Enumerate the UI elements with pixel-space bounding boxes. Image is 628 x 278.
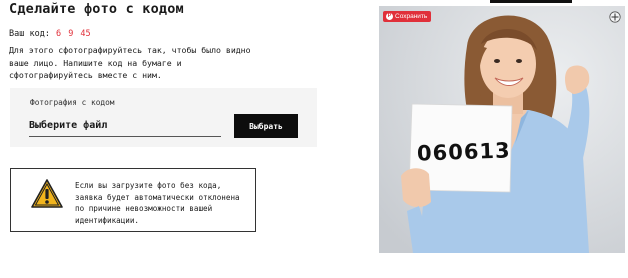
file-input[interactable]: Выберите файл — [29, 117, 221, 137]
code-row: Ваш код: 6 9 45 — [9, 29, 91, 39]
instructions-text: Для этого сфотографируйтесь так, чтобы б… — [9, 45, 251, 80]
top-accent-bar — [490, 0, 572, 3]
file-input-placeholder: Выберите файл — [29, 120, 108, 131]
upload-label: Фотография с кодом — [30, 98, 115, 107]
choose-file-button[interactable]: Выбрать — [234, 114, 298, 138]
warning-triangle-icon — [31, 179, 63, 208]
woman-holding-sign-illustration — [379, 6, 625, 253]
pinterest-icon: P — [386, 13, 393, 20]
warning-box: Если вы загрузите фото без кода, заявка … — [10, 168, 256, 232]
example-photo: 060613 P Сохранить — [379, 6, 625, 253]
code-label: Ваш код: — [9, 29, 50, 39]
save-button[interactable]: P Сохранить — [383, 11, 432, 22]
expand-icon[interactable] — [609, 11, 621, 23]
code-value: 6 9 45 — [55, 29, 91, 39]
warning-text: Если вы загрузите фото без кода, заявка … — [75, 181, 240, 225]
sign-code-text: 060613 — [416, 138, 512, 166]
page-title: Сделайте фото с кодом — [9, 1, 184, 17]
save-button-label: Сохранить — [395, 13, 428, 20]
upload-panel: Фотография с кодом Выберите файл Выбрать — [10, 88, 317, 147]
